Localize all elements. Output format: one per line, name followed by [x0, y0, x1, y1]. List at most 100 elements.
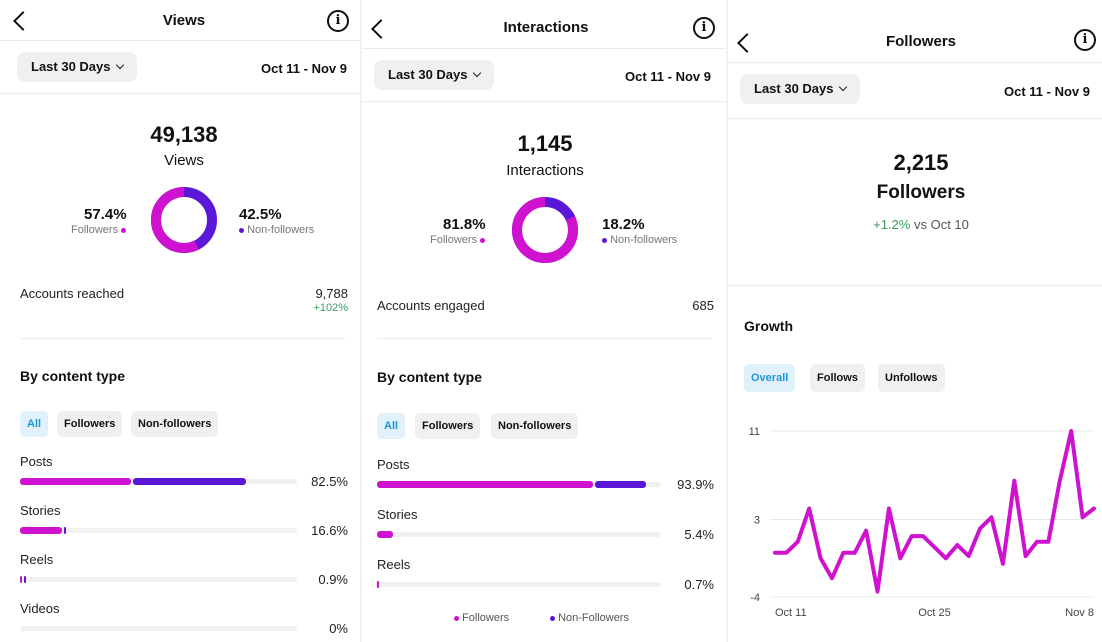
views-donut-chart	[151, 187, 217, 253]
followers-legend-label: Followers	[430, 234, 478, 246]
chip-follows[interactable]: Follows	[810, 364, 865, 392]
followers-legend-label: Followers	[71, 224, 119, 236]
accounts-reached-label: Accounts reached	[20, 286, 125, 301]
chip-non-followers[interactable]: Non-followers	[131, 411, 219, 437]
date-filter-label: Last 30 Days	[754, 81, 834, 96]
row-value-reels: 0.7%	[684, 577, 714, 592]
non-followers-legend: Non-followers	[239, 224, 314, 236]
date-range: Oct 11 - Nov 9	[261, 61, 347, 76]
followers-page-title: Followers	[885, 33, 956, 50]
row-value-reels: 0.9%	[318, 572, 348, 587]
info-icon[interactable]: i	[327, 10, 349, 32]
chip-followers[interactable]: Followers	[415, 413, 481, 439]
accounts-reached-change: +102%	[313, 302, 348, 314]
interactions-page-title: Interactions	[503, 19, 589, 36]
content-type-heading: By content type	[377, 369, 483, 385]
chip-overall[interactable]: Overall	[744, 364, 796, 392]
x-tick-label: Oct 11	[775, 607, 807, 619]
followers-legend: Followers	[71, 224, 127, 236]
footer-legend-non-followers: Non-Followers	[550, 612, 629, 624]
non-followers-percent: 42.5%	[239, 206, 282, 223]
bar-reels	[20, 576, 297, 583]
date-filter-label: Last 30 Days	[388, 67, 468, 82]
section-divider	[728, 118, 1102, 119]
bar-followers-segment	[377, 481, 593, 488]
followers-change-suffix: vs Oct 10	[913, 217, 969, 232]
date-range: Oct 11 - Nov 9	[625, 69, 711, 84]
non-followers-dot-icon	[602, 238, 607, 243]
row-value-videos: 0%	[329, 621, 348, 636]
section-divider	[728, 285, 1102, 286]
followers-panel: Followers i Last 30 Days Oct 11 - Nov 9 …	[728, 0, 1102, 642]
chevron-down-icon	[472, 68, 481, 78]
followers-total-label: Followers	[876, 182, 966, 203]
date-range: Oct 11 - Nov 9	[1004, 84, 1090, 99]
views-panel: Views i Last 30 Days Oct 11 - Nov 9 49,1…	[0, 0, 360, 642]
followers-percent: 57.4%	[84, 206, 127, 223]
chip-all[interactable]: All	[20, 411, 49, 437]
followers-dot-icon	[480, 238, 486, 243]
non-followers-percent: 18.2%	[602, 216, 645, 233]
header-divider	[0, 40, 360, 41]
views-total-label: Views	[164, 152, 204, 169]
interactions-panel: Interactions i Last 30 Days Oct 11 - Nov…	[362, 0, 726, 642]
bar-reels	[377, 581, 661, 588]
date-filter-button[interactable]: Last 30 Days	[740, 74, 860, 104]
bar-posts	[20, 478, 297, 485]
non-followers-legend-label: Non-followers	[610, 234, 678, 246]
info-icon[interactable]: i	[1074, 29, 1096, 51]
followers-change: +1.2% vs Oct 10	[728, 217, 1102, 232]
footer-legend-non-followers-label: Non-Followers	[558, 612, 629, 624]
bar-followers-segment	[20, 478, 131, 485]
info-icon[interactable]: i	[693, 17, 715, 39]
followers-dot-icon	[454, 616, 459, 621]
y-tick-label: 3	[754, 515, 760, 527]
views-page-title: Views	[162, 12, 206, 29]
non-followers-legend: Non-followers	[602, 234, 677, 246]
growth-heading: Growth	[744, 318, 793, 334]
date-filter-button[interactable]: Last 30 Days	[374, 60, 494, 90]
date-filter-button[interactable]: Last 30 Days	[17, 52, 137, 82]
date-filter-label: Last 30 Days	[31, 59, 111, 74]
growth-line-chart: 11 3 -4 Oct 11 Oct 25 Nov 8	[749, 426, 1096, 619]
accounts-engaged-label: Accounts engaged	[377, 298, 485, 313]
header-divider	[728, 62, 1102, 63]
row-label-stories: Stories	[20, 503, 61, 518]
chip-followers[interactable]: Followers	[57, 411, 123, 437]
section-divider	[377, 338, 712, 339]
bar-non-followers-segment	[132, 478, 247, 485]
bar-videos	[20, 626, 297, 631]
footer-legend-followers-label: Followers	[462, 612, 510, 624]
x-tick-label: Nov 8	[1065, 607, 1094, 619]
followers-total: 2,215	[893, 150, 949, 175]
accounts-reached-value: 9,788	[315, 286, 348, 301]
bar-non-followers-segment	[63, 527, 67, 534]
row-label-stories: Stories	[377, 507, 418, 522]
bar-followers-segment	[377, 531, 393, 538]
bar-non-followers-segment	[24, 576, 27, 583]
row-label-reels: Reels	[20, 552, 54, 567]
bar-non-followers-segment	[594, 481, 646, 488]
x-tick-label: Oct 25	[918, 607, 950, 619]
row-value-posts: 93.9%	[677, 477, 714, 492]
bar-stories	[377, 531, 661, 538]
row-label-posts: Posts	[377, 457, 410, 472]
chip-all[interactable]: All	[377, 413, 406, 439]
bar-followers-segment	[20, 527, 62, 534]
chip-non-followers[interactable]: Non-followers	[491, 413, 579, 439]
followers-dot-icon	[121, 228, 127, 233]
row-label-videos: Videos	[20, 601, 60, 616]
bar-posts	[377, 481, 661, 488]
followers-legend: Followers	[430, 234, 486, 246]
followers-change-value: +1.2%	[873, 217, 911, 232]
chevron-down-icon	[115, 60, 124, 70]
row-label-reels: Reels	[377, 557, 411, 572]
chip-unfollows[interactable]: Unfollows	[878, 364, 945, 392]
followers-percent: 81.8%	[443, 216, 486, 233]
views-total: 49,138	[150, 122, 218, 147]
non-followers-dot-icon	[550, 616, 555, 621]
interactions-donut-chart	[512, 197, 578, 263]
header-divider	[362, 48, 726, 49]
y-tick-label: -4	[750, 592, 760, 604]
y-tick-label: 11	[749, 426, 760, 438]
